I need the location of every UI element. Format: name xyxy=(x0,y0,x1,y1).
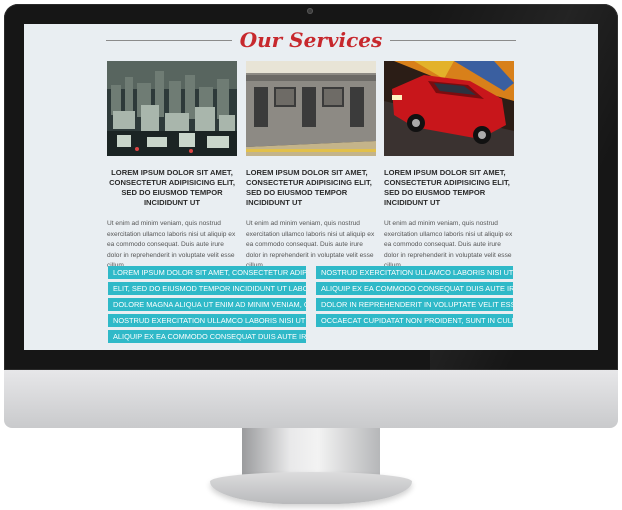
service-title: LOREM IPSUM DOLOR SIT AMET, CONSECTETUR … xyxy=(109,168,235,207)
service-card: LOREM IPSUM DOLOR SIT AMET, CONSECTETUR … xyxy=(107,61,237,272)
service-image-car[interactable] xyxy=(384,61,514,156)
service-title: LOREM IPSUM DOLOR SIT AMET, CONSECTETUR … xyxy=(246,168,372,207)
service-card: LOREM IPSUM DOLOR SIT AMET, CONSECTETUR … xyxy=(384,61,514,272)
imac-monitor: Our Services LOREM IPSUM DOLOR SIT AMET,… xyxy=(0,0,622,510)
service-title: LOREM IPSUM DOLOR SIT AMET, CONSECTETUR … xyxy=(384,168,510,207)
service-description: Ut enim ad minim veniam, quis nostrud ex… xyxy=(384,220,513,269)
tag-list-right: NOSTRUD EXERCITATION ULLAMCO LABORIS NIS… xyxy=(316,266,516,330)
tag-link[interactable]: ELIT, SED DO EIUSMOD TEMPOR INCIDIDUNT U… xyxy=(108,282,306,295)
service-description: Ut enim ad minim veniam, quis nostrud ex… xyxy=(107,220,236,269)
tag-link[interactable]: NOSTRUD EXERCITATION ULLAMCO LABORIS NIS… xyxy=(108,314,306,327)
service-image-subway[interactable] xyxy=(246,61,376,156)
monitor-stand-neck xyxy=(242,428,380,476)
service-card: LOREM IPSUM DOLOR SIT AMET, CONSECTETUR … xyxy=(246,61,376,272)
screen: Our Services LOREM IPSUM DOLOR SIT AMET,… xyxy=(24,24,598,350)
service-description: Ut enim ad minim veniam, quis nostrud ex… xyxy=(246,220,375,269)
tag-link[interactable]: NOSTRUD EXERCITATION ULLAMCO LABORIS NIS… xyxy=(316,266,513,279)
tag-link[interactable]: OCCAECAT CUPIDATAT NON PROIDENT, SUNT IN… xyxy=(316,314,513,327)
services-heading-row: Our Services xyxy=(106,28,516,52)
service-image-city[interactable] xyxy=(107,61,237,156)
section-title: Our Services xyxy=(239,28,383,52)
monitor-chin xyxy=(4,370,618,428)
tag-link[interactable]: ALIQUIP EX EA COMMODO CONSEQUAT DUIS AUT… xyxy=(108,330,306,343)
monitor-stand-base xyxy=(210,472,412,504)
heading-divider-right xyxy=(390,39,516,41)
tag-link[interactable]: DOLORE MAGNA ALIQUA UT ENIM AD MINIM VEN… xyxy=(108,298,306,311)
camera-icon xyxy=(307,8,313,14)
tag-link[interactable]: DOLOR IN REPREHENDERIT IN VOLUPTATE VELI… xyxy=(316,298,513,311)
tag-link[interactable]: ALIQUIP EX EA COMMODO CONSEQUAT DUIS AUT… xyxy=(316,282,513,295)
tag-list-left: LOREM IPSUM DOLOR SIT AMET, CONSECTETUR … xyxy=(108,266,308,346)
heading-divider-left xyxy=(106,39,232,41)
tag-link[interactable]: LOREM IPSUM DOLOR SIT AMET, CONSECTETUR … xyxy=(108,266,306,279)
